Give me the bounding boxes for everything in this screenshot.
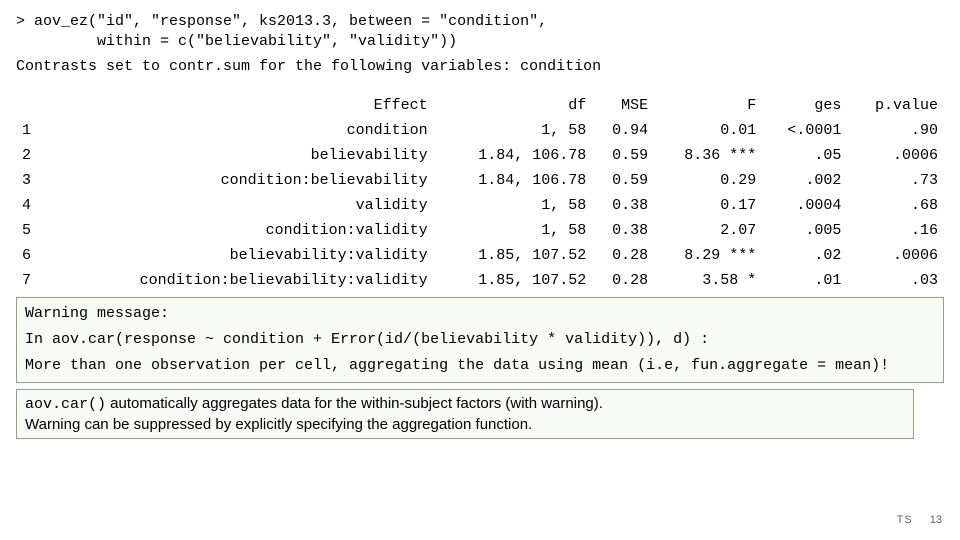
table-cell: 2 — [16, 143, 46, 168]
code-line-1: > aov_ez("id", "response", ks2013.3, bet… — [16, 13, 547, 30]
th-mse: MSE — [592, 93, 654, 118]
th-ges: ges — [762, 93, 847, 118]
table-cell: .05 — [762, 143, 847, 168]
table-cell: validity — [46, 193, 438, 218]
table-cell: 1, 58 — [438, 218, 593, 243]
table-cell: 6 — [16, 243, 46, 268]
table-cell: 0.17 — [654, 193, 762, 218]
warning-line-2: In aov.car(response ~ condition + Error(… — [25, 330, 935, 350]
table-cell: 3.58 * — [654, 268, 762, 293]
footer: TS 13 — [897, 514, 942, 526]
r-command: > aov_ez("id", "response", ks2013.3, bet… — [16, 12, 944, 51]
table-cell: 1.84, 106.78 — [438, 143, 593, 168]
th-df: df — [438, 93, 593, 118]
table-cell: 2.07 — [654, 218, 762, 243]
anova-table: Effect df MSE F ges p.value 1condition1,… — [16, 93, 944, 293]
table-cell: 0.38 — [592, 193, 654, 218]
code-line-2: within = c("believability", "validity")) — [16, 33, 457, 50]
table-cell: 1.85, 107.52 — [438, 268, 593, 293]
table-cell: .73 — [847, 168, 944, 193]
table-row: 4validity1, 580.380.17.0004.68 — [16, 193, 944, 218]
table-header-row: Effect df MSE F ges p.value — [16, 93, 944, 118]
warning-line-3: More than one observation per cell, aggr… — [25, 356, 935, 376]
table-cell: 5 — [16, 218, 46, 243]
table-row: 7condition:believability:validity1.85, 1… — [16, 268, 944, 293]
table-cell: .03 — [847, 268, 944, 293]
note-mono: aov.car() — [25, 396, 106, 413]
footer-ts: TS — [897, 514, 913, 526]
table-cell: 0.29 — [654, 168, 762, 193]
table-cell: .68 — [847, 193, 944, 218]
table-cell: believability:validity — [46, 243, 438, 268]
table-cell: condition:believability — [46, 168, 438, 193]
table-cell: 8.36 *** — [654, 143, 762, 168]
note-box: aov.car() automatically aggregates data … — [16, 389, 914, 439]
table-cell: condition:validity — [46, 218, 438, 243]
warning-box: Warning message: In aov.car(response ~ c… — [16, 297, 944, 384]
table-cell: .002 — [762, 168, 847, 193]
table-cell: 0.28 — [592, 243, 654, 268]
table-cell: .0006 — [847, 143, 944, 168]
table-row: 1condition1, 580.940.01<.0001.90 — [16, 118, 944, 143]
table-cell: 1, 58 — [438, 193, 593, 218]
table-cell: .01 — [762, 268, 847, 293]
table-cell: 1, 58 — [438, 118, 593, 143]
table-cell: 1.85, 107.52 — [438, 243, 593, 268]
table-cell: 0.59 — [592, 143, 654, 168]
table-cell: condition — [46, 118, 438, 143]
th-effect: Effect — [46, 93, 438, 118]
table-row: 3condition:believability1.84, 106.780.59… — [16, 168, 944, 193]
table-row: 2believability1.84, 106.780.598.36 ***.0… — [16, 143, 944, 168]
note-tail: automatically aggregates data for the wi… — [106, 395, 603, 412]
table-cell: 4 — [16, 193, 46, 218]
table-cell: 0.38 — [592, 218, 654, 243]
table-cell: 0.28 — [592, 268, 654, 293]
table-cell: 1 — [16, 118, 46, 143]
table-row: 5condition:validity1, 580.382.07.005.16 — [16, 218, 944, 243]
table-cell: 3 — [16, 168, 46, 193]
table-row: 6believability:validity1.85, 107.520.288… — [16, 243, 944, 268]
th-f: F — [654, 93, 762, 118]
table-cell: 0.59 — [592, 168, 654, 193]
table-cell: 0.01 — [654, 118, 762, 143]
table-cell: 1.84, 106.78 — [438, 168, 593, 193]
footer-page: 13 — [930, 514, 942, 526]
table-cell: believability — [46, 143, 438, 168]
th-pvalue: p.value — [847, 93, 944, 118]
table-cell: .0006 — [847, 243, 944, 268]
table-cell: .0004 — [762, 193, 847, 218]
table-cell: .90 — [847, 118, 944, 143]
note-line-2: Warning can be suppressed by explicitly … — [25, 416, 532, 433]
table-cell: 8.29 *** — [654, 243, 762, 268]
table-cell: 0.94 — [592, 118, 654, 143]
table-cell: .02 — [762, 243, 847, 268]
contrast-message: Contrasts set to contr.sum for the follo… — [16, 57, 944, 77]
table-cell: condition:believability:validity — [46, 268, 438, 293]
table-cell: .16 — [847, 218, 944, 243]
warning-line-1: Warning message: — [25, 304, 935, 324]
th-index — [16, 93, 46, 118]
table-cell: 7 — [16, 268, 46, 293]
table-cell: .005 — [762, 218, 847, 243]
table-cell: <.0001 — [762, 118, 847, 143]
